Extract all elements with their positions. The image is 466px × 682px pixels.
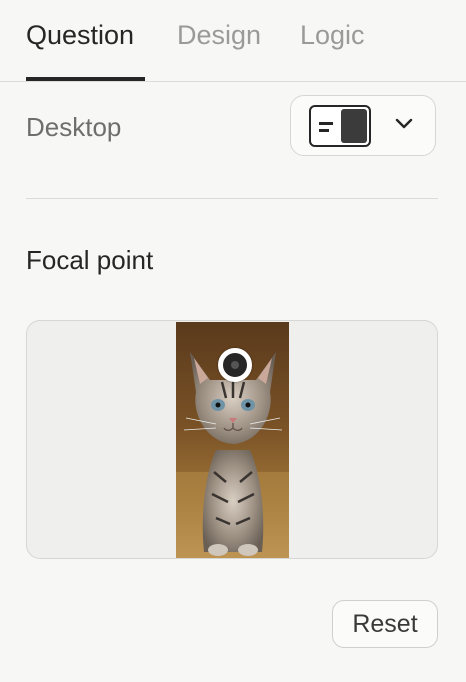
device-label: Desktop [26, 112, 122, 142]
tab-question[interactable]: Question [26, 18, 134, 52]
tab-bar: Question Design Logic [0, 0, 466, 82]
layout-dropdown[interactable] [290, 95, 436, 156]
tab-design[interactable]: Design [177, 18, 261, 52]
chevron-down-icon [395, 118, 413, 129]
focal-point-title: Focal point [26, 245, 154, 275]
section-divider [26, 198, 438, 199]
focal-point-picker[interactable] [26, 320, 438, 559]
split-layout-icon [309, 105, 371, 147]
tab-logic[interactable]: Logic [300, 18, 365, 52]
reset-button[interactable]: Reset [332, 600, 438, 648]
active-tab-indicator [26, 77, 145, 81]
focal-point-marker[interactable] [218, 348, 252, 382]
